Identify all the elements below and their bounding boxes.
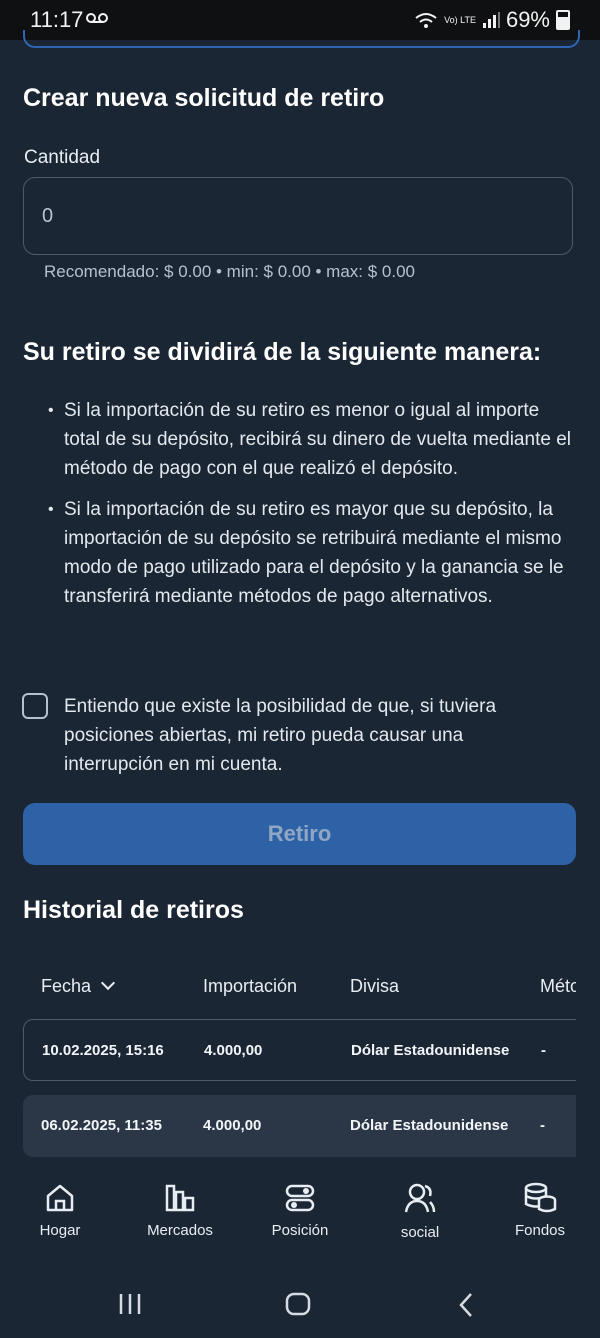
nav-item-position[interactable]: Posición [240, 1182, 360, 1239]
bottom-nav: Hogar Mercados Posición social Fondos [0, 1166, 600, 1262]
voicemail-icon [86, 13, 108, 23]
cell-currency: Dólar Estadounidense [351, 1042, 510, 1059]
amount-hint: Recomendado: $ 0.00 • min: $ 0.00 • max:… [44, 262, 416, 281]
users-icon [404, 1183, 436, 1213]
nav-item-label: Fondos [514, 1222, 566, 1239]
split-title: Su retiro se dividirá de la siguiente ma… [23, 338, 542, 366]
cell-amount: 4.000,00 [203, 1117, 262, 1134]
cell-date: 06.02.2025, 11:35 [41, 1117, 162, 1134]
home-button-icon[interactable] [285, 1292, 311, 1316]
table-row[interactable]: 06.02.2025, 11:35 4.000,00 Dólar Estadou… [23, 1095, 576, 1157]
nav-item-label: Mercados [147, 1222, 213, 1239]
system-nav-bar [0, 1262, 600, 1338]
history-table[interactable]: Fecha Importación Divisa Méto 10.02.2025… [23, 960, 576, 1160]
network-label: Vo) LTE [444, 14, 476, 25]
nav-item-funds[interactable]: Fondos [480, 1182, 600, 1239]
back-icon[interactable] [456, 1292, 476, 1318]
cell-method: - [541, 1042, 546, 1059]
signal-icon [482, 12, 500, 28]
column-header-currency: Divisa [350, 976, 400, 996]
split-rules-list: Si la importación de su retiro es menor … [48, 396, 578, 623]
column-header-date[interactable]: Fecha [41, 975, 116, 997]
nav-item-label: Posición [271, 1222, 329, 1239]
recent-apps-icon[interactable] [118, 1292, 142, 1316]
cell-currency: Dólar Estadounidense [350, 1117, 509, 1134]
table-header: Fecha Importación Divisa Méto [23, 960, 576, 1012]
amount-input-value: 0 [42, 204, 54, 227]
bar-chart-icon [165, 1184, 195, 1212]
column-header-method: Méto [540, 976, 576, 996]
cell-method: - [540, 1117, 545, 1134]
column-header-label: Fecha [41, 976, 92, 996]
cell-amount: 4.000,00 [204, 1042, 263, 1059]
nav-item-label: Hogar [39, 1222, 81, 1239]
chevron-down-icon [100, 975, 116, 991]
acknowledge-checkbox[interactable] [22, 693, 48, 719]
nav-item-home[interactable]: Hogar [0, 1182, 120, 1239]
form-title: Crear nueva solicitud de retiro [23, 84, 385, 112]
cell-date: 10.02.2025, 15:16 [42, 1042, 164, 1059]
history-title: Historial de retiros [23, 896, 244, 924]
amount-input[interactable]: 0 [23, 177, 573, 255]
split-rule-item: Si la importación de su retiro es menor … [48, 396, 578, 483]
toggle-icon [285, 1184, 315, 1212]
home-icon [46, 1184, 74, 1212]
nav-item-label: social [400, 1224, 440, 1241]
amount-label: Cantidad [24, 147, 101, 168]
column-header-amount: Importación [203, 976, 298, 996]
battery-icon [556, 10, 570, 30]
table-row[interactable]: 10.02.2025, 15:16 4.000,00 Dólar Estadou… [23, 1019, 576, 1081]
nav-item-markets[interactable]: Mercados [120, 1182, 240, 1239]
wifi-icon [415, 13, 437, 28]
acknowledge-text[interactable]: Entiendo que existe la posibilidad de qu… [64, 692, 564, 779]
coins-icon [524, 1182, 557, 1213]
withdraw-button[interactable]: Retiro [23, 803, 576, 865]
previous-section-edge [23, 30, 580, 48]
nav-item-social[interactable]: social [360, 1182, 480, 1241]
split-rule-item: Si la importación de su retiro es mayor … [48, 495, 578, 611]
